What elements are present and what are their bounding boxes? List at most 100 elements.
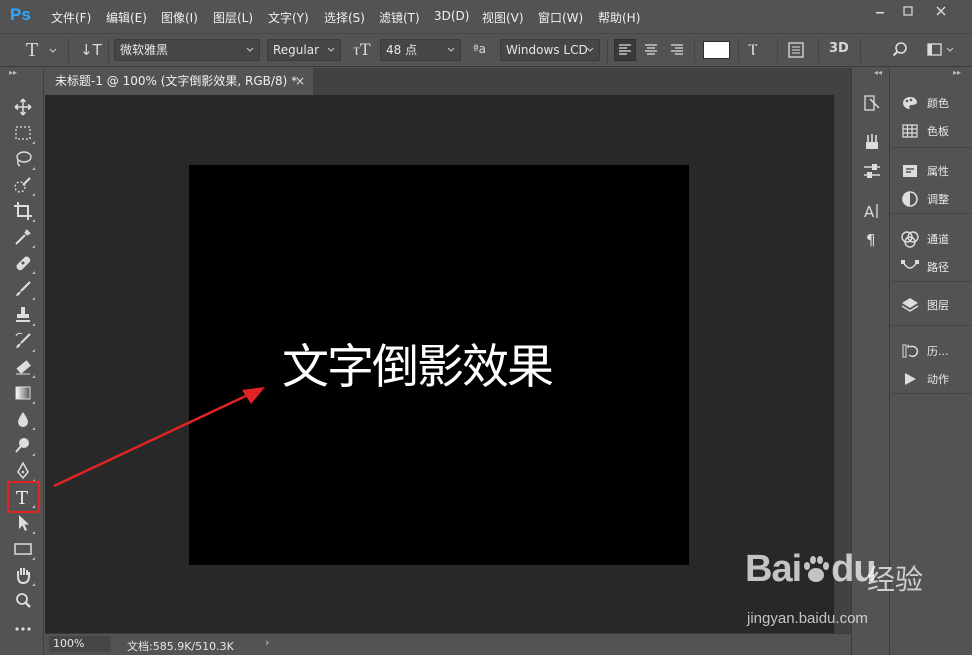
align-right-button[interactable]	[667, 40, 687, 60]
properties-panel-label: 属性	[927, 165, 949, 178]
maximize-button[interactable]	[892, 0, 924, 22]
chevron-down-icon[interactable]	[49, 48, 57, 54]
toggle-text-orientation-icon[interactable]: ↓T	[80, 41, 102, 59]
brush-settings-panel-button[interactable]	[860, 160, 884, 182]
properties-panel-button[interactable]: 属性	[899, 160, 949, 182]
chevron-down-icon	[586, 47, 594, 52]
collapse-arrows-icon[interactable]: ◂◂	[874, 68, 882, 78]
blur-tool[interactable]	[10, 407, 36, 431]
document-tab[interactable]: 未标题-1 @ 100% (文字倒影效果, RGB/8) * ×	[45, 68, 313, 95]
font-family-select[interactable]: 微软雅黑	[114, 39, 260, 61]
move-tool[interactable]	[10, 95, 36, 119]
warp-text-icon[interactable]: Ⲧ	[748, 40, 758, 60]
menu-type[interactable]: 文字(Y)	[268, 9, 309, 26]
panel-group-history: 历... 动作	[891, 328, 972, 394]
menu-layer[interactable]: 图层(L)	[213, 9, 253, 26]
close-icon	[936, 6, 946, 16]
baidu-jingyan-watermark: Bai du 经验 jingyan.baidu.com	[745, 548, 925, 638]
collapse-arrows-icon[interactable]: ▸▸	[953, 68, 961, 78]
align-left-icon	[619, 44, 631, 55]
options-bar: T ↓T 微软雅黑 Regular ⲧT 48 点 ªa Windows LCD…	[0, 33, 972, 67]
swatches-panel-button[interactable]: 色板	[899, 120, 949, 142]
actions-panel-button[interactable]: 动作	[899, 368, 949, 390]
channels-icon	[899, 230, 921, 248]
zoom-tool[interactable]	[10, 589, 36, 613]
path-selection-tool[interactable]	[10, 511, 36, 535]
adjustments-panel-button[interactable]: 调整	[899, 188, 949, 210]
font-size-value: 48 点	[386, 43, 418, 57]
healing-brush-tool[interactable]	[10, 251, 36, 275]
type-tool-preset-icon[interactable]: T	[26, 40, 38, 61]
antialias-select[interactable]: Windows LCD	[500, 39, 600, 61]
font-size-icon: ⲧT	[353, 40, 371, 59]
canvas-text-layer[interactable]: 文字倒影效果	[282, 328, 554, 397]
channels-panel-button[interactable]: 通道	[899, 228, 949, 250]
paths-icon	[899, 258, 921, 276]
type-tool-highlight-box	[7, 481, 40, 513]
brushes-icon	[866, 134, 878, 149]
3d-icon[interactable]: 3D	[829, 41, 849, 56]
swatches-panel-label: 色板	[927, 125, 949, 138]
paragraph-panel-button[interactable]: ¶	[860, 228, 884, 250]
collapse-arrows-icon[interactable]: ▸▸	[9, 68, 17, 78]
tools-panel: ▸▸ T	[0, 68, 44, 655]
paths-panel-button[interactable]: 路径	[899, 256, 949, 278]
adjustments-icon	[899, 190, 921, 208]
menu-help[interactable]: 帮助(H)	[598, 9, 640, 26]
menu-file[interactable]: 文件(F)	[51, 9, 91, 26]
eyedropper-tool[interactable]	[10, 225, 36, 249]
crop-tool[interactable]	[10, 199, 36, 223]
color-panel-button[interactable]: 颜色	[899, 92, 949, 114]
align-right-icon	[671, 44, 683, 55]
search-button[interactable]	[891, 41, 911, 61]
edit-toolbar-button[interactable]	[10, 617, 36, 641]
menu-window[interactable]: 窗口(W)	[538, 9, 583, 26]
status-menu-chevron-icon[interactable]: ›	[265, 636, 269, 649]
quick-selection-tool[interactable]	[10, 173, 36, 197]
menu-image[interactable]: 图像(I)	[161, 9, 198, 26]
align-left-button[interactable]	[614, 39, 636, 61]
lasso-tool[interactable]	[10, 147, 36, 171]
menu-select[interactable]: 选择(S)	[324, 9, 365, 26]
menu-edit[interactable]: 编辑(E)	[106, 9, 147, 26]
close-tab-icon[interactable]: ×	[295, 68, 305, 95]
zoom-level-field[interactable]: 100%	[49, 636, 111, 652]
clone-stamp-tool[interactable]	[10, 303, 36, 327]
document-tab-bar: 未标题-1 @ 100% (文字倒影效果, RGB/8) * ×	[45, 68, 851, 95]
history-brush-tool[interactable]	[10, 329, 36, 353]
rectangle-shape-icon	[14, 543, 32, 555]
glyphs-panel-button[interactable]	[860, 92, 884, 114]
dodge-tool[interactable]	[10, 433, 36, 457]
align-center-button[interactable]	[641, 40, 661, 60]
panel-group-properties: 属性 调整	[891, 150, 972, 214]
character-panel-button[interactable]	[787, 41, 807, 61]
font-style-select[interactable]: Regular	[267, 39, 341, 61]
history-panel-button[interactable]: 历...	[899, 340, 949, 362]
character-panel-icon	[788, 42, 804, 58]
character-panel-mini-button[interactable]: A	[860, 200, 884, 222]
eraser-tool[interactable]	[10, 355, 36, 379]
gradient-icon	[15, 386, 31, 400]
document-info[interactable]: 文档:585.9K/510.3K	[127, 638, 234, 654]
history-icon	[899, 342, 921, 360]
layers-panel-button[interactable]: 图层	[899, 294, 949, 316]
text-color-swatch[interactable]	[703, 41, 730, 59]
lasso-icon	[16, 151, 32, 167]
pen-tool[interactable]	[10, 459, 36, 483]
workspace-switcher[interactable]	[926, 41, 956, 61]
search-icon	[892, 42, 907, 57]
hand-tool[interactable]	[10, 563, 36, 587]
paths-panel-label: 路径	[927, 261, 949, 274]
menu-3d[interactable]: 3D(D)	[434, 9, 469, 23]
brushes-panel-button[interactable]	[860, 131, 884, 153]
menu-filter[interactable]: 滤镜(T)	[379, 9, 420, 26]
close-button[interactable]	[925, 0, 957, 22]
marquee-tool[interactable]	[10, 121, 36, 145]
watermark-brand-cn: 经验	[867, 563, 924, 596]
gradient-tool[interactable]	[10, 381, 36, 405]
rectangle-tool[interactable]	[10, 537, 36, 561]
font-size-select[interactable]: 48 点	[380, 39, 461, 61]
antialias-icon: ªa	[473, 42, 487, 56]
menu-view[interactable]: 视图(V)	[482, 9, 524, 26]
brush-tool[interactable]	[10, 277, 36, 301]
